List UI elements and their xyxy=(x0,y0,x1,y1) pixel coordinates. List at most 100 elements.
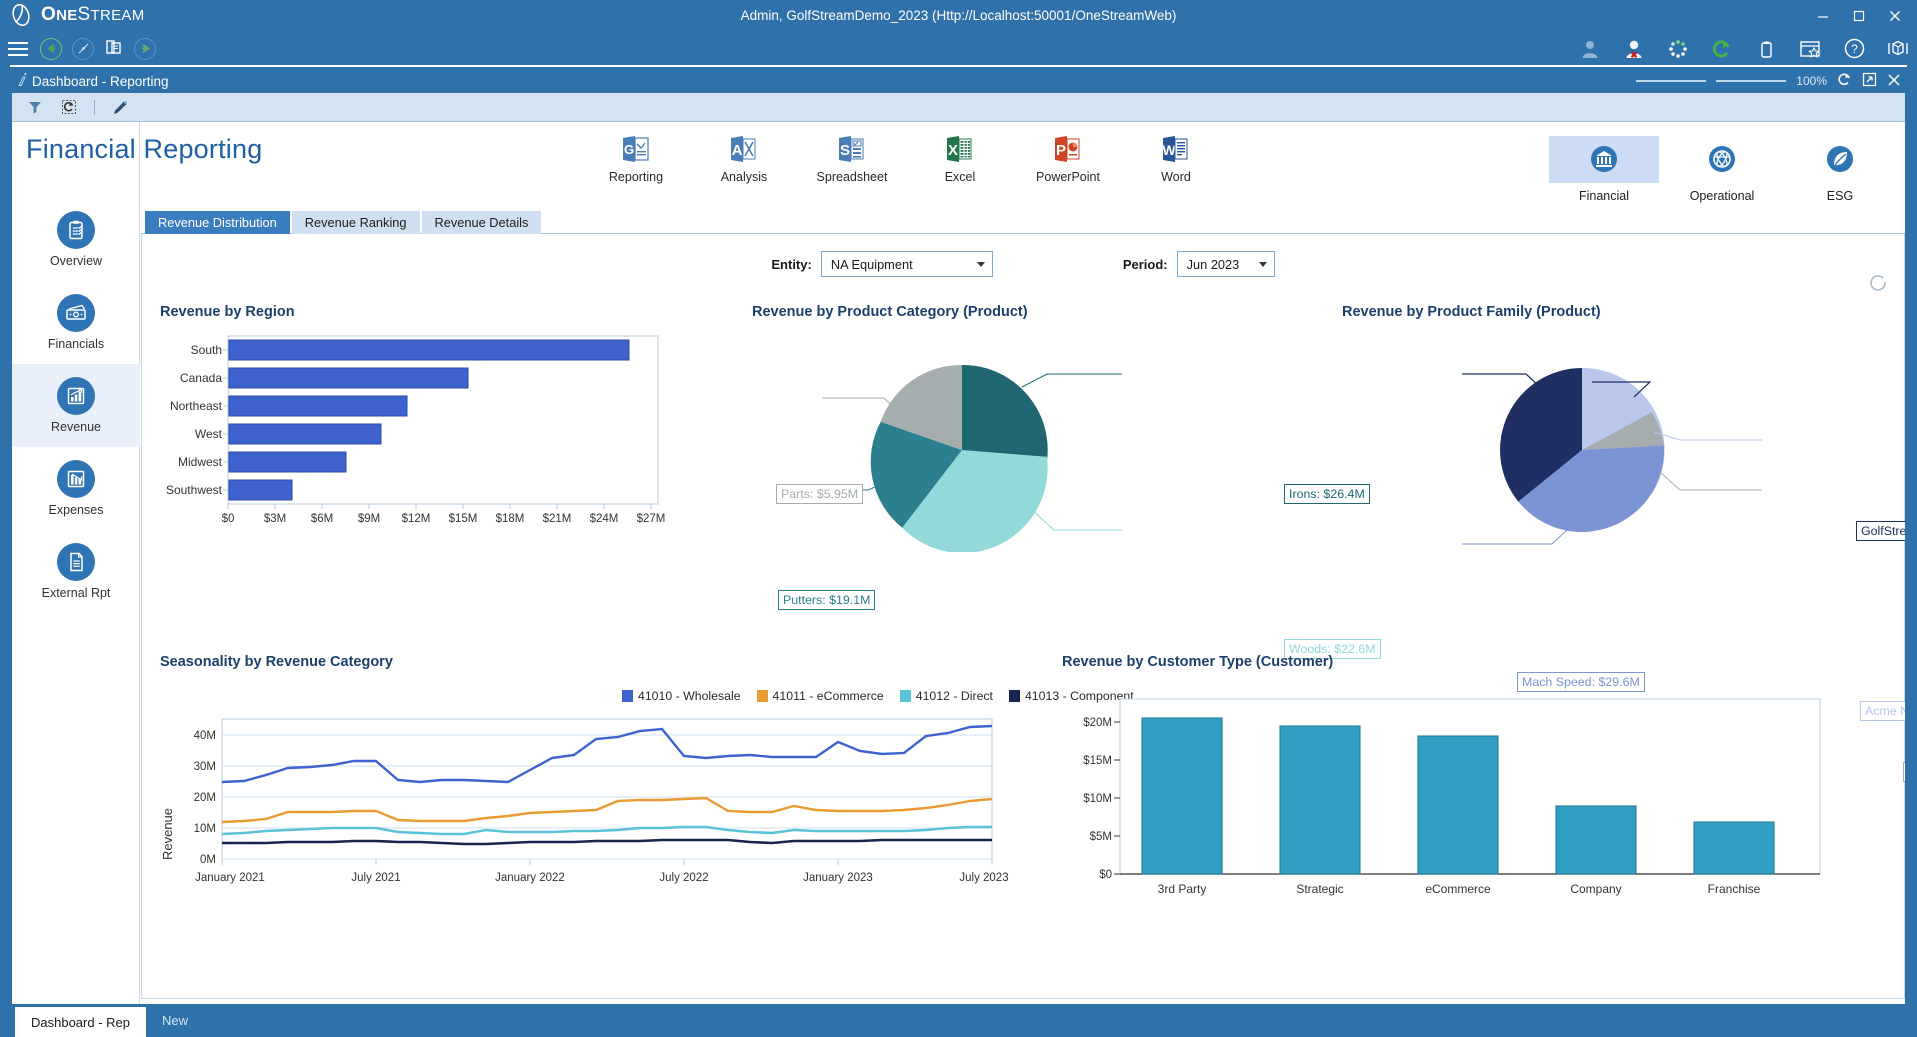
period-filter: Period: Jun 2023 xyxy=(1123,251,1275,277)
sub-toolbar xyxy=(12,93,1905,122)
tab-revenue-details[interactable]: Revenue Details xyxy=(421,211,542,234)
sidebar-item-overview[interactable]: Overview xyxy=(12,198,140,281)
applet-excel[interactable]: X Excel xyxy=(906,134,1014,184)
svg-text:G: G xyxy=(624,142,634,157)
sidebar-item-financials[interactable]: Financials xyxy=(12,281,140,364)
product-family-pie xyxy=(1462,367,1762,545)
doc-popout-icon[interactable] xyxy=(1862,72,1877,90)
powerpoint-icon: P xyxy=(1052,134,1084,164)
taskbar: Dashboard - Rep New xyxy=(0,1004,1917,1037)
dashboard-canvas: Overview Financials Revenue Expenses Ext… xyxy=(12,122,1905,1004)
applet-label: Excel xyxy=(944,170,976,184)
applet-spreadsheet[interactable]: S Spreadsheet xyxy=(798,134,906,184)
period-select[interactable]: Jun 2023 xyxy=(1176,251,1275,277)
legend-item-ecommerce[interactable]: 41011 - eCommerce xyxy=(756,689,884,703)
applet-launcher-group: G Reporting A Analysis S Spreadsheet X E… xyxy=(582,134,1230,184)
mode-financial[interactable]: Financial xyxy=(1549,130,1659,208)
svg-text:30M: 30M xyxy=(194,761,216,773)
refresh-cube-icon[interactable] xyxy=(60,98,78,116)
tab-revenue-ranking[interactable]: Revenue Ranking xyxy=(291,211,420,234)
seasonality-legend: 41010 - Wholesale 41011 - eCommerce 4101… xyxy=(622,689,1134,703)
sidebar-item-expenses[interactable]: Expenses xyxy=(12,447,140,530)
applet-label: Spreadsheet xyxy=(816,170,888,184)
applet-analysis[interactable]: A Analysis xyxy=(690,134,798,184)
pie-callout-golfstream-epic: GolfStream Epic: $26.5M xyxy=(1856,521,1905,541)
sidebar-item-label: Expenses xyxy=(48,503,104,517)
svg-text:July 2021: July 2021 xyxy=(351,872,400,884)
pencil-icon[interactable] xyxy=(111,98,129,116)
customer-type-bar-chart: $0 $5M $10M $15M $20M 3rd Party Strategic eC… xyxy=(1083,698,1821,896)
chart-title: Revenue by Product Family (Product) xyxy=(1342,304,1601,320)
doc-close-icon[interactable] xyxy=(1887,73,1901,90)
sidebar-item-label: Overview xyxy=(49,254,103,268)
mode-label: ESG xyxy=(1826,189,1854,203)
title-bar: ONESTREAM Admin, GolfStreamDemo_2023 (Ht… xyxy=(0,0,1917,32)
clipboard-checklist-icon xyxy=(57,211,95,249)
legend-item-direct[interactable]: 41012 - Direct xyxy=(899,689,993,703)
chart-seasonality: Seasonality by Revenue Category xyxy=(160,654,393,670)
filter-icon[interactable] xyxy=(26,98,44,116)
svg-text:$5M: $5M xyxy=(1090,831,1112,843)
refresh-icon[interactable] xyxy=(1711,38,1733,60)
zoom-slider-right[interactable] xyxy=(1716,80,1787,82)
document-tab[interactable]: ⅈ Dashboard - Reporting xyxy=(10,67,169,95)
mode-operational[interactable]: Operational xyxy=(1667,130,1777,208)
page-title: Financial Reporting xyxy=(26,134,263,164)
pie-callout-parts-family: Parts: $5.95M xyxy=(1903,762,1905,782)
hamburger-icon[interactable] xyxy=(6,39,30,59)
chart-title: Seasonality by Revenue Category xyxy=(160,654,393,670)
sidebar-item-external-rpt[interactable]: External Rpt xyxy=(12,530,140,613)
svg-text:20M: 20M xyxy=(194,792,216,804)
chart-title: Revenue by Customer Type (Customer) xyxy=(1062,654,1334,670)
back-arrow-icon[interactable] xyxy=(40,37,62,60)
sidebar-item-label: External Rpt xyxy=(41,586,111,600)
sidebar-item-label: Revenue xyxy=(50,420,102,434)
clipboard-icon[interactable] xyxy=(1755,38,1777,60)
seasonality-line-chart: Revenue 0M10M20M 30M40M January 2021 Jul… xyxy=(160,718,1009,884)
svg-text:$10M: $10M xyxy=(1083,793,1112,805)
copy-pages-icon[interactable] xyxy=(104,37,124,60)
bar-chart-down-icon xyxy=(57,460,95,498)
entity-label: Entity: xyxy=(771,256,812,272)
entity-select[interactable]: NA Equipment xyxy=(820,251,993,277)
taskbar-item-new[interactable]: New xyxy=(146,1004,204,1037)
entity-value: NA Equipment xyxy=(830,256,913,272)
s-spreadsheet-icon: S xyxy=(836,134,868,164)
svg-text:10M: 10M xyxy=(194,823,216,835)
mode-esg[interactable]: ESG xyxy=(1785,130,1895,208)
svg-text:eCommerce: eCommerce xyxy=(1425,882,1491,896)
zoom-slider-left[interactable] xyxy=(1636,80,1707,82)
bank-icon xyxy=(1589,144,1619,177)
minimize-button[interactable] xyxy=(1805,1,1841,31)
applet-word[interactable]: W Word xyxy=(1122,134,1230,184)
applet-powerpoint[interactable]: P PowerPoint xyxy=(1014,134,1122,184)
legend-item-wholesale[interactable]: 41010 - Wholesale xyxy=(622,689,741,703)
close-button[interactable] xyxy=(1877,1,1913,31)
taskbar-item-dashboard[interactable]: Dashboard - Rep xyxy=(15,1007,146,1037)
applet-reporting[interactable]: G Reporting xyxy=(582,134,690,184)
pie-callout-putters: Putters: $19.1M xyxy=(778,590,876,610)
help-icon[interactable]: ? xyxy=(1843,38,1865,60)
user-signout-icon[interactable]: ✖ xyxy=(1623,38,1645,60)
forward-arrow-icon[interactable] xyxy=(134,37,156,60)
left-sidebar: Overview Financials Revenue Expenses Ext… xyxy=(12,122,140,1004)
compass-icon[interactable] xyxy=(72,37,94,60)
mode-selector-group: Financial Operational ESG xyxy=(1549,130,1895,208)
legend-swatch xyxy=(622,690,633,702)
svg-text:?: ? xyxy=(1851,42,1858,56)
svg-text:40M: 40M xyxy=(194,730,216,742)
panel-refresh-icon[interactable] xyxy=(1869,274,1888,296)
toolbar-separator xyxy=(94,99,95,115)
tab-revenue-distribution[interactable]: Revenue Distribution xyxy=(145,211,290,234)
svg-text:West: West xyxy=(195,427,223,441)
maximize-button[interactable] xyxy=(1841,1,1877,31)
user-icon[interactable] xyxy=(1579,38,1601,60)
package-icon[interactable] xyxy=(1887,38,1909,60)
bookmark-window-icon[interactable] xyxy=(1799,38,1821,60)
svg-text:January 2021: January 2021 xyxy=(195,872,265,884)
bar-chart-up-icon xyxy=(57,377,95,415)
doc-refresh-icon[interactable] xyxy=(1837,72,1852,90)
window-title: Admin, GolfStreamDemo_2023 (Http://Local… xyxy=(740,8,1177,23)
window-controls xyxy=(1805,0,1913,32)
sidebar-item-revenue[interactable]: Revenue xyxy=(12,364,140,447)
